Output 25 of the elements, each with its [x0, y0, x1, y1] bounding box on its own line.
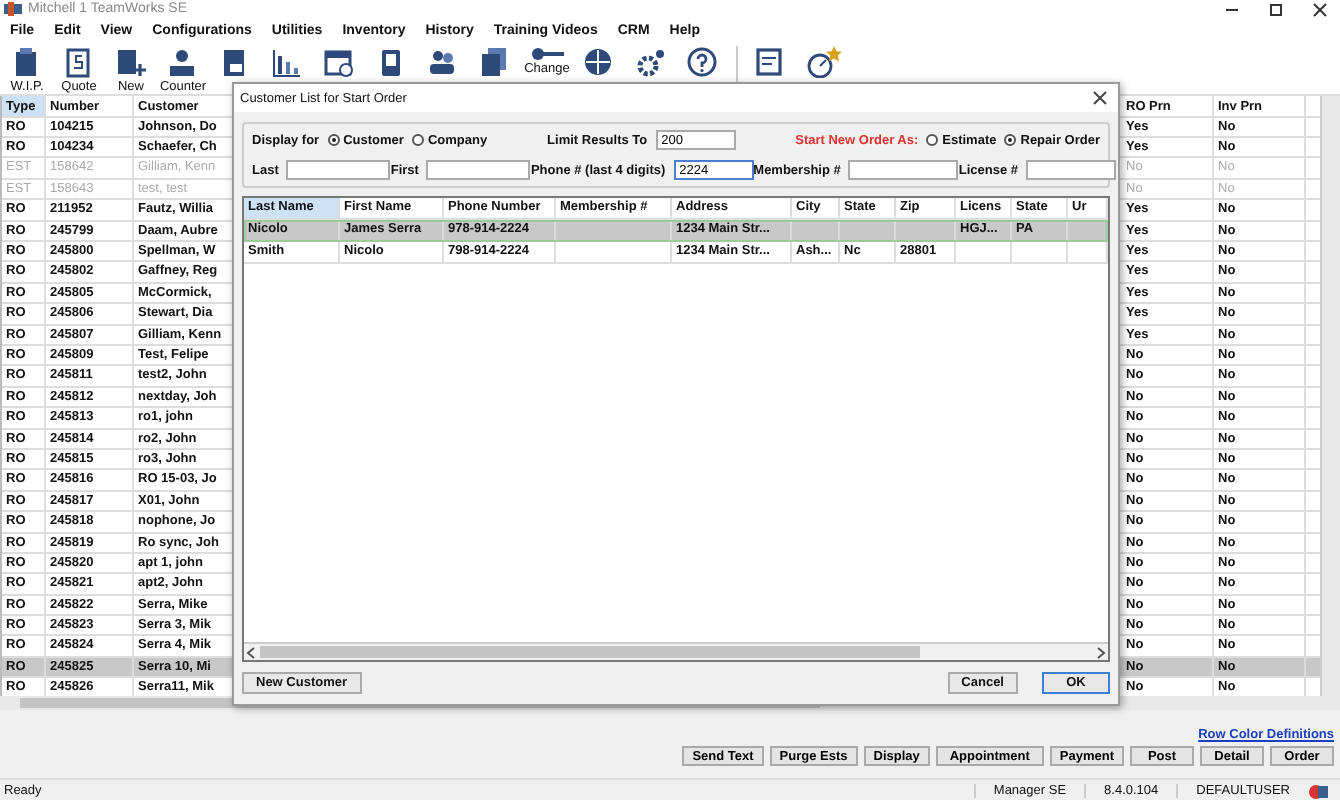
scroll-left-icon[interactable] [246, 645, 258, 659]
maximize-icon[interactable] [1268, 1, 1284, 18]
gear-icon[interactable] [633, 45, 669, 78]
radio-button[interactable] [1004, 134, 1017, 146]
document-plus-icon[interactable] [113, 45, 149, 78]
input-field[interactable] [426, 160, 531, 180]
radio-button[interactable] [411, 134, 424, 146]
globe-icon[interactable] [581, 45, 617, 78]
gauge-star-icon[interactable] [805, 45, 841, 78]
key-icon[interactable] [529, 45, 565, 62]
vertical-scrollbar[interactable] [1320, 95, 1340, 697]
notification-icon[interactable] [1308, 781, 1328, 800]
calendar-icon[interactable] [321, 45, 357, 78]
horizontal-scrollbar[interactable] [244, 642, 1108, 660]
input-field[interactable] [286, 160, 391, 180]
radio-button[interactable] [327, 134, 340, 146]
app-logo-icon [4, 2, 22, 17]
input-field[interactable] [848, 160, 959, 180]
close-icon[interactable] [1312, 1, 1328, 18]
input-field[interactable] [1026, 160, 1117, 180]
help-icon[interactable] [685, 45, 721, 78]
radio-button[interactable] [926, 134, 939, 146]
scroll-right-icon[interactable] [1094, 645, 1106, 659]
close-icon[interactable] [1092, 90, 1108, 106]
bar-chart-icon[interactable] [269, 45, 305, 78]
